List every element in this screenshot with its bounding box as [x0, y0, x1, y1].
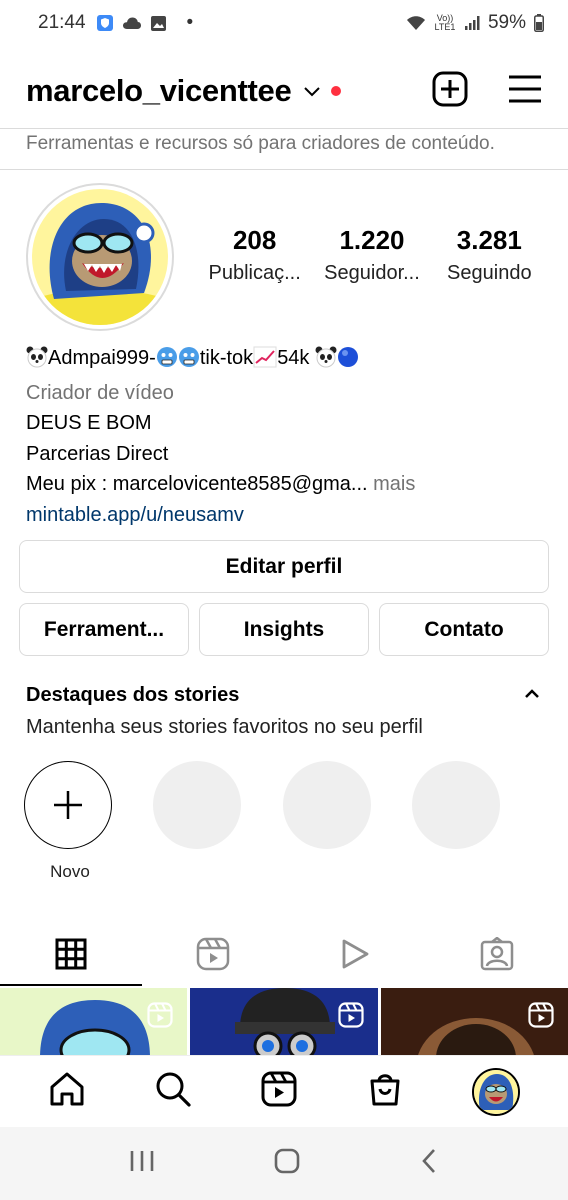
new-highlight-label: Novo [50, 862, 90, 881]
battery-icon [534, 14, 544, 32]
grid-icon [55, 938, 87, 970]
wifi-icon [406, 15, 426, 31]
more-link[interactable]: mais [373, 473, 415, 495]
stat-posts[interactable]: 208 Publicaç... [196, 225, 313, 285]
chevron-down-icon[interactable] [303, 85, 321, 97]
notification-dot: • [186, 12, 194, 33]
cold-face-icon [156, 346, 178, 378]
profile-header: marcelo_vicenttee [0, 58, 568, 124]
plus-icon [54, 791, 82, 819]
insights-button[interactable]: Insights [199, 603, 369, 656]
reel-icon [528, 1002, 554, 1033]
system-nav-bar [0, 1127, 568, 1200]
status-time: 21:44 [38, 12, 86, 33]
bio-line-with-more: Meu pix : marcelovicente8585@gma... mais [26, 469, 546, 500]
display-name-part: Admpai999- [48, 347, 156, 369]
bio-line: DEUS E BOM [26, 412, 152, 434]
stat-value: 3.281 [456, 225, 522, 255]
profile-stats: 208 Publicaç... 1.220 Seguidor... 3.281 … [196, 225, 548, 285]
menu-icon[interactable] [508, 74, 542, 109]
tools-button[interactable]: Ferrament... [19, 603, 189, 656]
profile-link[interactable]: mintable.app/u/neusamv [26, 500, 546, 531]
profile-tabs [0, 922, 568, 986]
blue-circle-icon [337, 346, 359, 378]
back-icon[interactable] [419, 1147, 439, 1180]
tab-reels[interactable] [142, 922, 284, 986]
display-name-part: tik-tok [199, 347, 254, 369]
reels-icon [196, 937, 230, 971]
cloud-icon [122, 16, 142, 30]
home-icon[interactable] [48, 1070, 86, 1113]
home-button-icon[interactable] [273, 1147, 301, 1180]
profile-avatar[interactable] [26, 183, 174, 331]
reel-icon [338, 1002, 364, 1033]
creator-tools-banner[interactable]: Ferramentas e recursos só para criadores… [0, 128, 568, 170]
bio-line: Meu pix : marcelovicente8585@gma... [26, 473, 368, 495]
post-thumbnail[interactable] [0, 988, 188, 1058]
reels-nav-icon[interactable] [260, 1070, 298, 1113]
tab-videos[interactable] [284, 922, 426, 986]
profile-nav-avatar[interactable] [472, 1067, 520, 1116]
create-post-icon[interactable] [432, 71, 468, 112]
image-icon [150, 15, 167, 32]
stat-following[interactable]: 3.281 Seguindo [431, 225, 548, 285]
display-name-part: 54k [277, 347, 310, 369]
contact-button[interactable]: Contato [379, 603, 549, 656]
cold-face-icon [178, 346, 200, 378]
shield-icon [96, 14, 114, 32]
signal-icon [464, 15, 480, 31]
bottom-nav [0, 1055, 568, 1127]
post-thumbnail[interactable] [380, 988, 568, 1058]
panda-icon [315, 346, 337, 378]
reel-icon [147, 1002, 173, 1033]
battery-percent: 59% [487, 12, 526, 33]
search-icon[interactable] [154, 1070, 192, 1113]
stat-value: 208 [232, 225, 277, 255]
display-name: Admpai999- tik-tok 54k [26, 343, 546, 378]
profile-category: Criador de vídeo [26, 381, 174, 404]
new-highlight-button[interactable] [24, 761, 112, 849]
edit-profile-button[interactable]: Editar perfil [19, 540, 549, 593]
stat-value: 1.220 [339, 225, 405, 255]
account-notification-dot [331, 86, 342, 96]
tagged-icon [480, 937, 514, 971]
chevron-up-icon[interactable] [522, 686, 542, 707]
tab-tagged[interactable] [426, 922, 568, 986]
stat-label: Publicaç... [208, 262, 301, 284]
highlight-placeholder [412, 761, 500, 849]
network-label: Vo)) LTE1 [434, 13, 456, 32]
stat-label: Seguidor... [324, 262, 420, 284]
panda-icon [26, 346, 48, 378]
stat-label: Seguindo [447, 262, 532, 284]
highlight-placeholder [283, 761, 371, 849]
posts-grid [0, 988, 568, 1058]
highlight-placeholder [153, 761, 241, 849]
post-thumbnail[interactable] [190, 988, 378, 1058]
play-icon [342, 939, 369, 969]
highlights-subtitle: Mantenha seus stories favoritos no seu p… [26, 716, 423, 738]
username[interactable]: marcelo_vicenttee [26, 73, 292, 109]
highlights-title: Destaques dos stories [26, 684, 240, 706]
tab-grid[interactable] [0, 922, 142, 986]
profile-bio: Admpai999- tik-tok 54k Criador de vídeo DE… [26, 343, 546, 530]
chart-increasing-icon [253, 346, 277, 378]
status-bar: 21:44 • Vo)) LTE1 59% [0, 0, 568, 46]
recent-apps-icon[interactable] [129, 1149, 155, 1178]
bio-line: Parcerias Direct [26, 442, 169, 465]
shop-icon[interactable] [366, 1070, 404, 1113]
stat-followers[interactable]: 1.220 Seguidor... [313, 225, 430, 285]
